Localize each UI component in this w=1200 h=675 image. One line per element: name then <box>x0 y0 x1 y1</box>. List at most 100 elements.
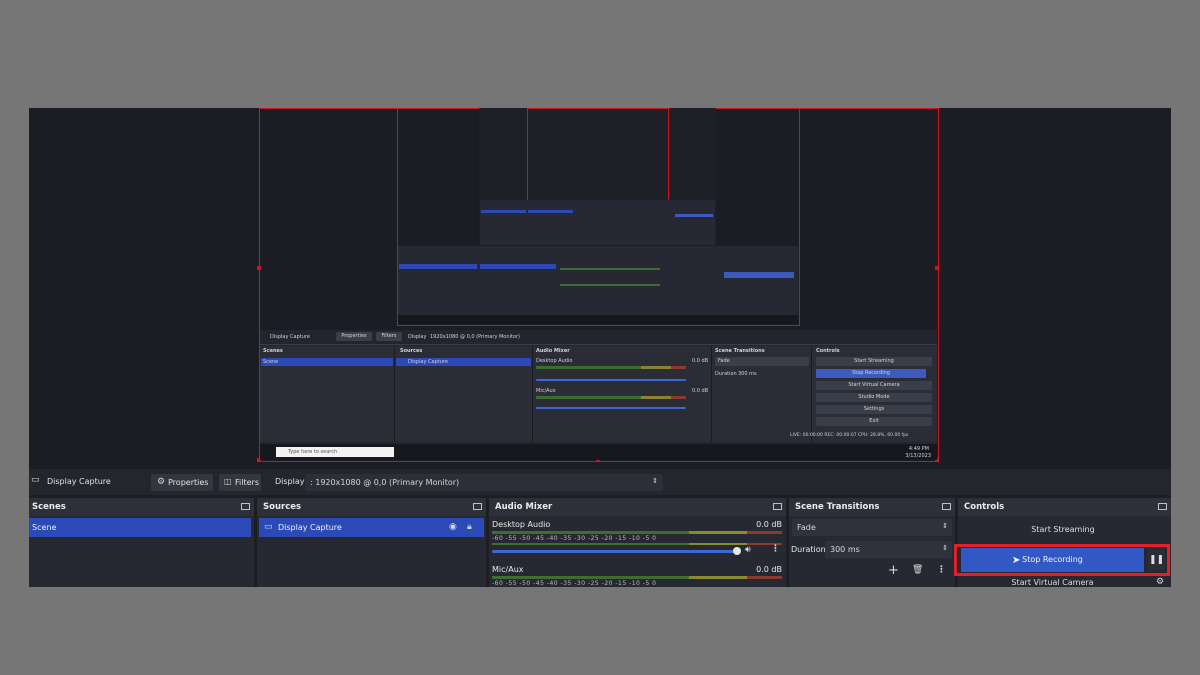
mini-display-label: Display <box>408 334 427 340</box>
pause-recording-button[interactable]: ❚❚ <box>1148 550 1165 570</box>
eye-icon[interactable]: ◉ <box>449 523 457 532</box>
mini-properties-button: Properties <box>336 332 372 341</box>
mini-meter <box>536 366 686 369</box>
mini-filters-button: Filters <box>376 332 402 341</box>
preview-canvas[interactable]: Display Capture Properties Filters Displ… <box>29 108 1171 466</box>
nested-obs-screenshot-4 <box>480 200 715 245</box>
mini-mic-db: 0.0 dB <box>692 388 709 394</box>
obs-window: Display Capture Properties Filters Displ… <box>29 108 1171 587</box>
mini-stop-recording: Stop Recording <box>816 369 926 378</box>
desktop-audio-db: 0.0 dB <box>756 520 782 529</box>
mini-status: LIVE: 00:00:00 REC: 00:00:07 CPU: 28.8%,… <box>790 433 909 438</box>
nested-obs-screenshot-3 <box>479 108 716 245</box>
nested-obs-screenshot: Display Capture Properties Filters Displ… <box>260 330 937 460</box>
audio-mixer-dock: Audio Mixer Desktop Audio 0.0 dB -60 -55… <box>489 498 786 587</box>
mic-aux-db: 0.0 dB <box>756 565 782 574</box>
transition-value: Fade <box>797 523 816 532</box>
more-options-icon[interactable]: ⋮ <box>771 545 780 554</box>
properties-button[interactable]: ⚙ Properties <box>151 474 213 491</box>
mini-scene-item: Scene <box>263 359 279 365</box>
divider <box>811 346 812 442</box>
duration-value: 300 ms <box>830 545 860 554</box>
mini-mic: Mic/Aux <box>536 388 556 394</box>
filters-label: Filters <box>235 478 259 487</box>
mini-desktop-db: 0.0 dB <box>692 358 709 364</box>
nested-bounding-box-3 <box>527 108 669 202</box>
mini-duration-value: 300 ms <box>738 371 757 377</box>
mini4-selected <box>528 210 573 213</box>
scene-item-label: Scene <box>32 523 57 532</box>
nested-obs-screenshot-2 <box>398 246 798 324</box>
mini-display-value: 1920x1080 @ 0,0 (Primary Monitor) <box>430 334 520 340</box>
desktop-audio-scale: -60 -55 -50 -45 -40 -35 -30 -25 -20 -15 … <box>492 535 657 542</box>
duration-input[interactable]: 300 ms ⇕ <box>825 541 952 558</box>
divider <box>532 346 533 442</box>
mini-volume-slider <box>536 379 686 381</box>
undock-icon[interactable] <box>473 503 482 510</box>
speaker-icon[interactable]: 🔊︎ <box>745 546 751 555</box>
trash-icon[interactable]: 🗑︎ <box>912 566 923 575</box>
mini-scenes-title: Scenes <box>263 348 283 354</box>
more-options-icon[interactable]: ⋮ <box>937 566 946 575</box>
mic-aux-label: Mic/Aux <box>492 565 524 574</box>
desktop-audio-meter-2 <box>492 543 782 545</box>
desktop-audio-volume-slider[interactable] <box>492 550 738 553</box>
mini-duration: Duration <box>715 371 737 377</box>
display-select-value: : 1920x1080 @ 0,0 (Primary Monitor) <box>310 478 460 487</box>
add-icon[interactable]: + <box>888 564 899 577</box>
audio-mixer-header: Audio Mixer <box>489 498 786 516</box>
resize-handle[interactable] <box>935 266 939 270</box>
lock-icon[interactable]: 🔒︎ <box>467 523 472 532</box>
source-item-selected[interactable]: ▭ Display Capture ◉ 🔒︎ <box>259 518 484 537</box>
source-toolbar: ▭ Display Capture ⚙ Properties ◫ Filters… <box>29 469 1171 495</box>
undock-icon[interactable] <box>241 503 250 510</box>
mini-transitions-title: Scene Transitions <box>715 348 765 354</box>
mini-audio-title: Audio Mixer <box>536 348 570 354</box>
mini-sources-title: Sources <box>400 348 423 354</box>
resize-handle[interactable] <box>257 266 261 270</box>
mic-aux-meter <box>492 576 782 579</box>
mini-scene-selected <box>261 358 393 366</box>
scenes-dock: Scenes Scene <box>29 498 254 587</box>
transitions-header: Scene Transitions <box>789 498 955 516</box>
undock-icon[interactable] <box>1158 503 1167 510</box>
mini2-scene-selected <box>399 264 477 269</box>
mini2-stop-recording <box>724 272 794 278</box>
controls-dock: Controls Start Streaming Stop Recording … <box>954 498 1171 587</box>
scene-transitions-dock: Scene Transitions Fade ⇕ Duration 300 ms… <box>789 498 955 587</box>
mini-source-name: Display Capture <box>270 334 310 340</box>
monitor-icon: ▭ <box>31 475 40 485</box>
divider <box>711 346 712 442</box>
stop-recording-button[interactable]: Stop Recording <box>961 548 1144 572</box>
pause-icon: ❚❚ <box>1148 555 1165 565</box>
selected-source-name: Display Capture <box>47 477 111 486</box>
display-select[interactable]: : 1920x1080 @ 0,0 (Primary Monitor) ⇕ <box>305 474 663 491</box>
mini2-taskbar <box>398 315 798 324</box>
sources-header: Sources <box>257 498 486 516</box>
start-virtual-camera-button[interactable]: Start Virtual Camera <box>961 578 1144 587</box>
mini2-source-selected <box>480 264 556 269</box>
mini2-meter <box>560 268 660 270</box>
undock-icon[interactable] <box>942 503 951 510</box>
mini4-stop <box>675 214 713 217</box>
mini-clock: 4:49 PM <box>908 446 929 452</box>
mini-settings: Settings <box>816 405 932 414</box>
updown-icon: ⇕ <box>652 477 658 485</box>
sources-title: Sources <box>263 502 302 512</box>
start-streaming-button[interactable]: Start Streaming <box>961 521 1165 541</box>
undock-icon[interactable] <box>773 503 782 510</box>
properties-label: Properties <box>168 478 209 487</box>
mini-dock-row: Scenes Scene Sources Display Capture Aud… <box>260 346 937 442</box>
audio-mixer-title: Audio Mixer <box>495 502 553 512</box>
volume-slider-handle[interactable] <box>733 547 741 555</box>
mini-desktop-audio: Desktop Audio <box>536 358 573 364</box>
mini-exit: Exit <box>816 417 932 426</box>
transition-select[interactable]: Fade ⇕ <box>792 519 952 536</box>
gear-icon[interactable]: ⚙ <box>1156 578 1164 587</box>
filters-button[interactable]: ◫ Filters <box>219 474 261 491</box>
mini4-selected <box>481 210 526 213</box>
controls-title: Controls <box>964 502 1005 512</box>
updown-icon: ⇕ <box>942 522 948 530</box>
mini-source-item: Display Capture <box>408 359 448 365</box>
scene-item-selected[interactable]: Scene <box>29 518 251 537</box>
